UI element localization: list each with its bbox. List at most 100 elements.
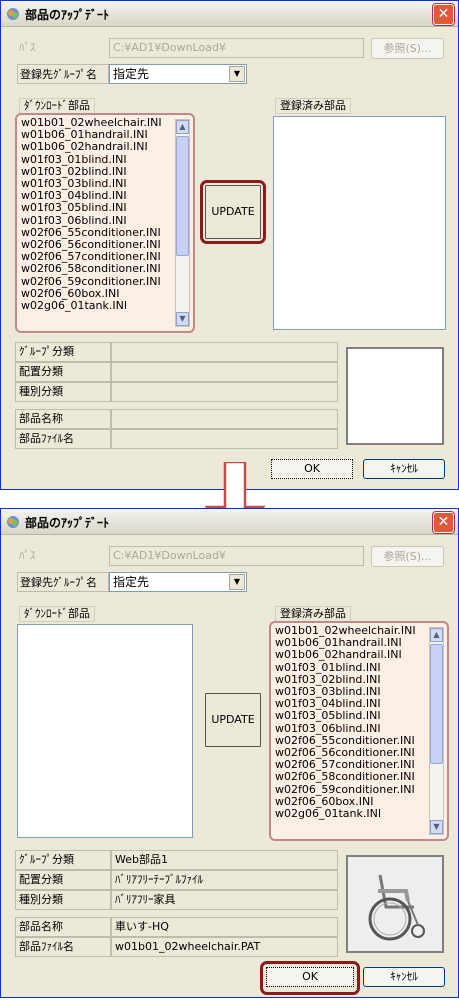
browse-button[interactable]: 参照(S)... <box>371 546 444 567</box>
download-list[interactable]: w01b01_02wheelchair.INI w01b06_01handrail… <box>15 113 195 333</box>
window-title: 部品のｱｯﾌﾟﾃﾞｰﾄ <box>25 516 110 530</box>
part-file-label: 部品ﾌｧｲﾙ名 <box>15 429 111 449</box>
group-class-label: ｸﾞﾙｰﾌﾟ分類 <box>15 342 111 362</box>
place-class-value <box>111 362 338 382</box>
list-item[interactable]: w01b01_02wheelchair.INI <box>21 117 173 129</box>
registered-caption: 登録済み部品 <box>275 98 351 114</box>
path-label: ﾊﾟｽ <box>19 549 36 562</box>
kind-class-label: 種別分類 <box>15 890 111 910</box>
scroll-thumb[interactable] <box>430 644 443 764</box>
update-button[interactable]: UPDATE <box>205 185 261 239</box>
dropdown-arrow-icon[interactable]: ▼ <box>229 574 245 590</box>
close-icon[interactable]: ✕ <box>433 4 454 25</box>
registered-list[interactable] <box>273 116 446 330</box>
title-bar: 部品のｱｯﾌﾟﾃﾞｰﾄ ✕ <box>1 1 458 27</box>
part-name-value <box>111 409 338 429</box>
wheelchair-image <box>348 857 442 951</box>
part-name-value: 車いす-HQ <box>111 917 338 937</box>
group-combo-value: 指定先 <box>113 575 150 589</box>
kind-class-value <box>111 382 338 402</box>
list-item[interactable]: w01f03_01blind.INI <box>21 154 173 166</box>
group-combo[interactable]: 指定先 ▼ <box>109 572 247 592</box>
list-item[interactable]: w02g06_01tank.INI <box>21 300 173 312</box>
window-title: 部品のｱｯﾌﾟﾃﾞｰﾄ <box>25 8 110 22</box>
place-class-label: 配置分類 <box>15 362 111 382</box>
group-label: 登録先ｸﾞﾙｰﾌﾟ名 <box>17 572 109 592</box>
ok-button[interactable]: OK <box>266 967 354 987</box>
download-list[interactable] <box>17 624 193 838</box>
list-item[interactable]: w02f06_57conditioner.INI <box>21 251 173 263</box>
list-item[interactable]: w01f03_02blind.INI <box>275 674 427 686</box>
download-list-items: w01b01_02wheelchair.INI w01b06_01handrail… <box>21 117 173 312</box>
path-field: C:¥AD1¥DownLoad¥ <box>109 38 364 58</box>
scroll-up-icon[interactable]: ▲ <box>176 120 189 134</box>
part-name-label: 部品名称 <box>15 409 111 429</box>
group-label: 登録先ｸﾞﾙｰﾌﾟ名 <box>17 64 109 84</box>
list-item[interactable]: w02f06_56conditioner.INI <box>275 747 427 759</box>
list-item[interactable]: w01f03_02blind.INI <box>21 166 173 178</box>
list-item[interactable]: w02f06_57conditioner.INI <box>275 759 427 771</box>
place-class-label: 配置分類 <box>15 870 111 890</box>
preview-box <box>346 347 444 445</box>
list-item[interactable]: w01f03_01blind.INI <box>275 662 427 674</box>
scroll-up-icon[interactable]: ▲ <box>430 628 443 642</box>
path-label: ﾊﾟｽ <box>19 41 36 54</box>
list-item[interactable]: w02f06_59conditioner.INI <box>21 276 173 288</box>
group-class-label: ｸﾞﾙｰﾌﾟ分類 <box>15 850 111 870</box>
registered-caption: 登録済み部品 <box>275 606 351 622</box>
download-scrollbar[interactable]: ▲ ▼ <box>175 119 190 327</box>
list-item[interactable]: w01f03_03blind.INI <box>21 178 173 190</box>
list-item[interactable]: w02f06_60box.INI <box>275 796 427 808</box>
list-item[interactable]: w01f03_03blind.INI <box>275 686 427 698</box>
group-class-value: Web部品1 <box>111 850 338 870</box>
list-item[interactable]: w02f06_56conditioner.INI <box>21 239 173 251</box>
list-item[interactable]: w01b06_01handrail.INI <box>21 129 173 141</box>
list-item[interactable]: w02f06_55conditioner.INI <box>21 227 173 239</box>
app-icon <box>7 8 19 20</box>
browse-button[interactable]: 参照(S)... <box>371 38 444 59</box>
dialog-before: 部品のｱｯﾌﾟﾃﾞｰﾄ ✕ ﾊﾟｽ C:¥AD1¥DownLoad¥ 参照(S)… <box>0 0 459 490</box>
list-item[interactable]: w01f03_06blind.INI <box>21 215 173 227</box>
list-item[interactable]: w01f03_04blind.INI <box>21 190 173 202</box>
registered-scrollbar[interactable]: ▲ ▼ <box>429 627 444 835</box>
group-combo[interactable]: 指定先 ▼ <box>109 64 247 84</box>
scroll-down-icon[interactable]: ▼ <box>176 312 189 326</box>
group-class-value <box>111 342 338 362</box>
cancel-button[interactable]: ｷｬﾝｾﾙ <box>363 459 445 479</box>
download-caption: ﾀﾞｳﾝﾛｰﾄﾞ部品 <box>19 98 95 114</box>
registered-list[interactable]: w01b01_02wheelchair.INI w01b06_01handrail… <box>269 621 449 841</box>
list-item[interactable]: w02g06_01tank.INI <box>275 808 427 820</box>
group-combo-value: 指定先 <box>113 67 150 81</box>
list-item[interactable]: w01b06_02handrail.INI <box>275 649 427 661</box>
list-item[interactable]: w01f03_05blind.INI <box>21 202 173 214</box>
list-item[interactable]: w01f03_04blind.INI <box>275 698 427 710</box>
cancel-button[interactable]: ｷｬﾝｾﾙ <box>363 967 445 987</box>
dropdown-arrow-icon[interactable]: ▼ <box>229 66 245 82</box>
ok-button[interactable]: OK <box>271 459 353 479</box>
download-caption: ﾀﾞｳﾝﾛｰﾄﾞ部品 <box>19 606 95 622</box>
part-name-label: 部品名称 <box>15 917 111 937</box>
list-item[interactable]: w01b06_01handrail.INI <box>275 637 427 649</box>
close-icon[interactable]: ✕ <box>433 512 454 533</box>
part-file-value <box>111 429 338 449</box>
path-field: C:¥AD1¥DownLoad¥ <box>109 546 364 566</box>
place-class-value: ﾊﾞﾘｱﾌﾘｰﾃｰﾌﾞﾙﾌｧｲﾙ <box>111 870 338 890</box>
list-item[interactable]: w02f06_55conditioner.INI <box>275 735 427 747</box>
update-button[interactable]: UPDATE <box>205 693 261 747</box>
list-item[interactable]: w01b06_02handrail.INI <box>21 141 173 153</box>
part-file-value: w01b01_02wheelchair.PAT <box>111 937 338 957</box>
kind-class-value: ﾊﾞﾘｱﾌﾘｰ家具 <box>111 890 338 910</box>
app-icon <box>7 516 19 528</box>
registered-list-items: w01b01_02wheelchair.INI w01b06_01handrail… <box>275 625 427 820</box>
list-item[interactable]: w01f03_05blind.INI <box>275 710 427 722</box>
list-item[interactable]: w01b01_02wheelchair.INI <box>275 625 427 637</box>
scroll-down-icon[interactable]: ▼ <box>430 820 443 834</box>
list-item[interactable]: w02f06_59conditioner.INI <box>275 784 427 796</box>
list-item[interactable]: w02f06_58conditioner.INI <box>21 263 173 275</box>
part-file-label: 部品ﾌｧｲﾙ名 <box>15 937 111 957</box>
list-item[interactable]: w01f03_06blind.INI <box>275 723 427 735</box>
title-bar: 部品のｱｯﾌﾟﾃﾞｰﾄ ✕ <box>1 509 458 535</box>
list-item[interactable]: w02f06_60box.INI <box>21 288 173 300</box>
scroll-thumb[interactable] <box>176 136 189 256</box>
list-item[interactable]: w02f06_58conditioner.INI <box>275 771 427 783</box>
